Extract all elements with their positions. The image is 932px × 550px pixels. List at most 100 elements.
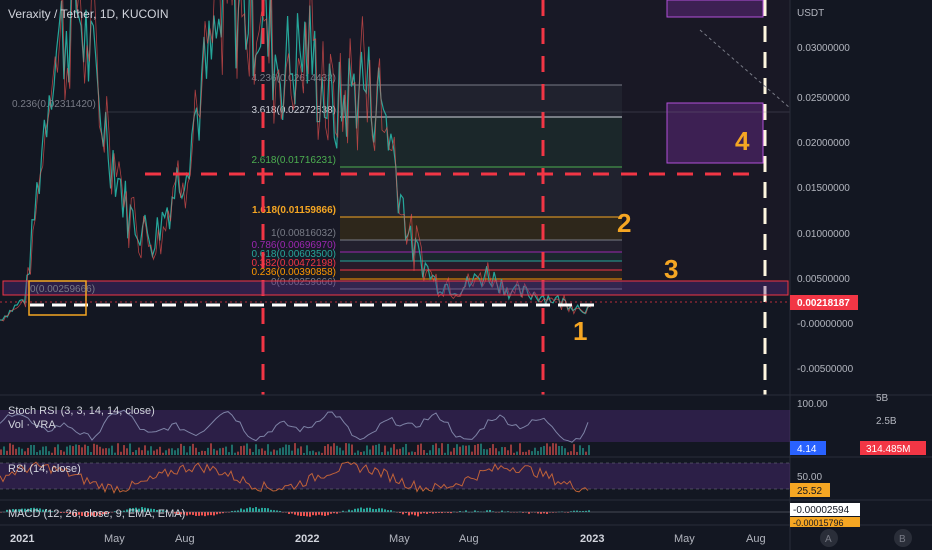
time-tick: 2023 xyxy=(580,533,604,545)
volume-bar xyxy=(111,445,113,455)
volume-bar xyxy=(198,451,200,455)
macd-title[interactable]: MACD (12, 26, close, 9, EMA, EMA) xyxy=(8,508,185,520)
volume-bar xyxy=(588,445,590,455)
volume-bar xyxy=(375,444,377,455)
volume-bar xyxy=(288,444,290,455)
macd-bar xyxy=(297,512,299,516)
volume-bar xyxy=(261,448,263,455)
volume-bar xyxy=(207,447,209,455)
macd-bar xyxy=(486,510,488,512)
macd-bar xyxy=(417,512,419,517)
volume-bar xyxy=(168,448,170,455)
fib-zone xyxy=(340,240,622,252)
volume-bar xyxy=(315,452,317,455)
volume-bar xyxy=(363,451,365,455)
volume-bar xyxy=(243,445,245,455)
volume-bar xyxy=(408,452,410,455)
macd-bar xyxy=(381,508,383,512)
macd-bar xyxy=(366,507,368,512)
volume-bar xyxy=(480,443,482,455)
fib-zone xyxy=(340,252,622,261)
volume-bar xyxy=(93,443,95,455)
volume-bar xyxy=(150,446,152,455)
macd-bar xyxy=(240,508,242,512)
annotation-3: 3 xyxy=(664,254,678,284)
macd-bar xyxy=(192,512,194,515)
macd-bar xyxy=(264,507,266,512)
volume-bar xyxy=(471,451,473,455)
volume-bar xyxy=(177,448,179,455)
volume-bar xyxy=(429,450,431,455)
volume-bar xyxy=(108,448,110,455)
volume-axis-5b: 5B xyxy=(876,393,889,404)
volume-bar xyxy=(273,449,275,455)
volume-bar xyxy=(78,445,80,455)
volume-bar xyxy=(33,445,35,455)
volume-bar xyxy=(432,444,434,455)
macd-bar xyxy=(318,512,320,515)
volume-bar xyxy=(183,445,185,455)
volume-bar xyxy=(519,443,521,455)
volume-bar xyxy=(366,445,368,455)
macd-bar xyxy=(411,512,413,515)
macd-bar xyxy=(195,512,197,516)
volume-bar xyxy=(114,452,116,455)
volume-bar xyxy=(141,450,143,455)
macd-bar xyxy=(273,510,275,512)
volume-bar xyxy=(498,451,500,455)
volume-title[interactable]: Vol · VRA xyxy=(8,419,56,431)
volume-bar xyxy=(534,447,536,455)
volume-bar xyxy=(390,447,392,455)
volume-bar xyxy=(42,446,44,455)
volume-bar xyxy=(489,447,491,455)
macd-bar xyxy=(378,508,380,512)
volume-bar xyxy=(546,443,548,455)
volume-bar xyxy=(495,448,497,455)
macd-bar xyxy=(249,507,251,512)
macd-bar xyxy=(360,507,362,512)
target-box-top xyxy=(666,0,764,18)
volume-bar xyxy=(348,443,350,455)
volume-bar xyxy=(549,446,551,455)
volume-bar xyxy=(6,450,8,455)
stoch-rsi-title[interactable]: Stoch RSI (3, 3, 14, 14, close) xyxy=(8,405,155,417)
volume-bar xyxy=(300,446,302,455)
macd-bar xyxy=(489,509,491,512)
volume-bar xyxy=(186,452,188,455)
volume-bar xyxy=(393,444,395,455)
volume-bar xyxy=(447,443,449,455)
macd-bar xyxy=(204,512,206,517)
stoch-value: 4.14 xyxy=(797,444,817,455)
volume-bar xyxy=(147,450,149,455)
volume-bar xyxy=(357,450,359,455)
volume-bar xyxy=(204,451,206,455)
price-tick: 0.01000000 xyxy=(797,229,850,240)
auto-scale-label: A xyxy=(825,534,832,545)
rsi-title[interactable]: RSI (14, close) xyxy=(8,463,81,475)
fib-label: 2.618(0.01716231) xyxy=(251,155,336,166)
volume-bar xyxy=(231,444,233,455)
volume-bar xyxy=(228,452,230,455)
volume-bar xyxy=(81,447,83,455)
macd-bar xyxy=(357,508,359,512)
macd-bar xyxy=(267,508,269,512)
volume-bar xyxy=(522,451,524,455)
volume-bar xyxy=(138,447,140,455)
volume-bar xyxy=(153,450,155,455)
volume-bar xyxy=(516,451,518,455)
volume-bar xyxy=(450,451,452,455)
macd-bar xyxy=(243,509,245,512)
macd-bar xyxy=(426,512,428,514)
volume-bar xyxy=(543,445,545,455)
time-ticks[interactable]: 2021 May Aug 2022 May Aug 2023 May Aug xyxy=(10,533,766,545)
volume-bar xyxy=(105,448,107,455)
symbol-header[interactable]: Veraxity / Tether, 1D, KUCOIN xyxy=(8,7,169,21)
volume-bar xyxy=(165,450,167,455)
macd-bar xyxy=(258,508,260,512)
fib-label: 1(0.00816032) xyxy=(271,228,336,239)
volume-bar xyxy=(582,448,584,455)
current-price-text: 0.00218187 xyxy=(797,298,850,309)
macd-bar xyxy=(372,508,374,512)
volume-bar xyxy=(426,452,428,455)
volume-bar xyxy=(501,447,503,455)
